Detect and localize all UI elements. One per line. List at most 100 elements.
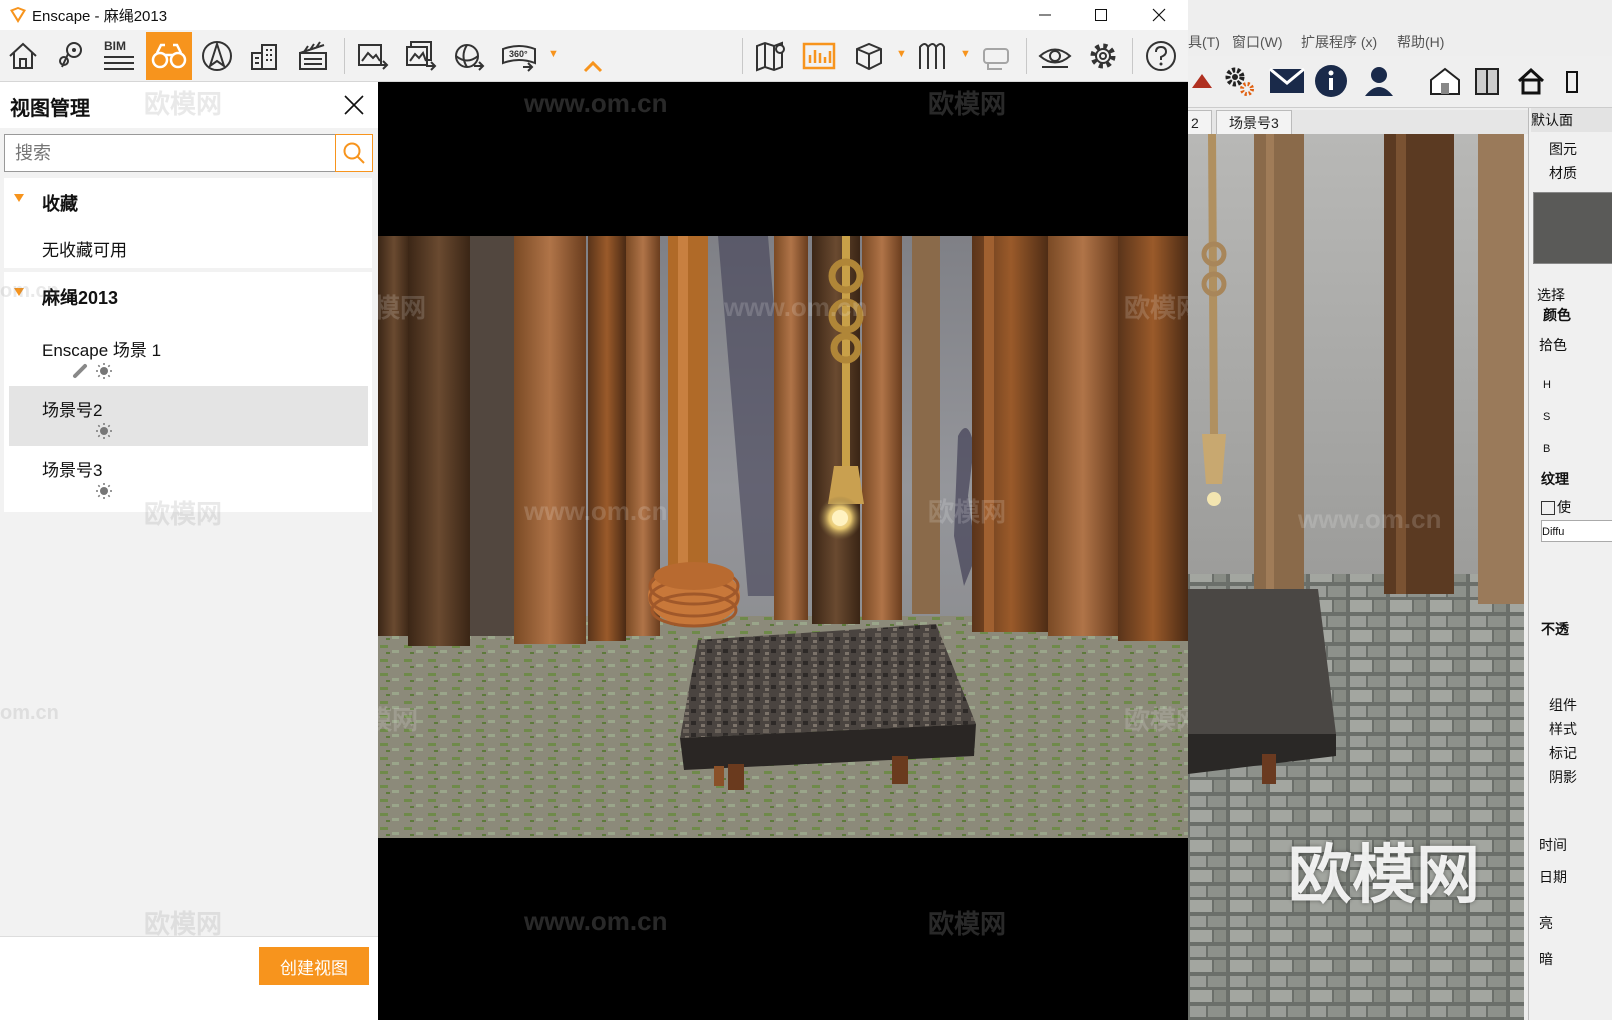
panorama-icon [455, 44, 485, 71]
dashboard-button[interactable] [796, 32, 842, 80]
gear-icon[interactable] [1218, 60, 1260, 102]
bim-icon: BIM [102, 39, 136, 73]
tray-section-label: 标记 [1549, 745, 1577, 761]
bg-3d-viewport[interactable]: www.om.cn www.om.cn 欧模网 [1188, 134, 1524, 1020]
warehouse-icon[interactable] [1424, 60, 1466, 102]
tray-section-entity[interactable]: 图元 [1531, 138, 1612, 160]
minimize-button[interactable] [1016, 0, 1074, 30]
scene-item-1[interactable]: Enscape 场景 1 [9, 326, 368, 386]
project-header[interactable]: 麻绳2013 [4, 272, 372, 318]
visibility-button[interactable] [1032, 32, 1078, 80]
sync-views-button[interactable] [48, 32, 94, 80]
tray-section-components[interactable]: 组件 [1531, 694, 1612, 716]
panel-close-button[interactable] [340, 91, 368, 119]
bg-menu-window[interactable]: 窗口(W) [1232, 32, 1283, 52]
location-pin-icon [59, 42, 82, 68]
bg-more-icon[interactable] [1550, 60, 1592, 102]
bg-menu-tools[interactable]: 具(T) [1188, 32, 1220, 52]
bg-menubar: 具(T) 窗口(W) 扩展程序 (x) 帮助(H) [1188, 30, 1612, 54]
tray-section-styles[interactable]: 样式 [1531, 718, 1612, 740]
map-icon [756, 41, 785, 72]
bg-menu-help[interactable]: 帮助(H) [1397, 32, 1444, 52]
tray-section-label: 图元 [1549, 141, 1577, 157]
image-export-icon [358, 44, 389, 70]
export-dropdown-chevron-icon[interactable]: ▼ [548, 48, 559, 62]
view-management-button[interactable] [146, 32, 192, 80]
watermark-brand-large: 欧模网 [1288, 839, 1480, 911]
vr-headset-icon [983, 48, 1009, 70]
tray-hsb-b: B [1543, 443, 1551, 455]
visual-settings-button[interactable] [194, 32, 240, 80]
close-button[interactable] [1130, 0, 1188, 30]
tray-section-tags[interactable]: 标记 [1531, 742, 1612, 764]
tray-section-label: 样式 [1549, 721, 1577, 737]
maximize-button[interactable] [1072, 0, 1130, 30]
favorites-header[interactable]: 收藏 [4, 178, 372, 224]
batch-render-button[interactable] [398, 32, 444, 80]
use-texture-label: 使 [1557, 499, 1571, 515]
bg-tab-scene-3[interactable]: 场景号3 [1216, 110, 1292, 134]
search-input[interactable] [4, 134, 336, 172]
scene-item-3[interactable]: 场景号3 [9, 446, 368, 506]
project-section: 麻绳2013 Enscape 场景 1 场景号2 场景号3 [4, 272, 372, 512]
batch-export-icon [406, 41, 437, 71]
info-icon[interactable] [1310, 60, 1352, 102]
watermark-text: 欧模网 [928, 909, 1007, 939]
360-icon: 360° [501, 39, 537, 73]
watermark-text: om.cn [0, 702, 59, 724]
tray-time-label: 时间 [1539, 837, 1567, 853]
tray-section-materials[interactable]: 材质 [1531, 162, 1612, 184]
settings-button[interactable] [1080, 32, 1126, 80]
binoculars-icon [151, 43, 187, 69]
home-button[interactable] [0, 32, 46, 80]
mail-icon[interactable] [1266, 60, 1308, 102]
close-icon [1152, 8, 1166, 22]
expand-chevron-icon [14, 288, 24, 296]
create-view-button[interactable]: 创建视图 [259, 947, 369, 985]
map-button[interactable] [748, 32, 794, 80]
tray-hsb-h: H [1543, 379, 1551, 391]
title-bar: Enscape - 麻绳2013 [0, 0, 1188, 30]
collapse-toolbar-chevron-up-icon[interactable] [582, 58, 604, 76]
tray-color-label: 颜色 [1543, 307, 1571, 323]
eye-icon [1038, 48, 1072, 68]
home-icon[interactable] [1510, 60, 1552, 102]
view-management-panel: 视图管理 收藏 无收藏可用 麻绳2013 Enscape 场景 1 场景号2 [0, 82, 378, 1020]
cube-icon [856, 42, 882, 71]
watermark-text: www.om.cn [524, 906, 668, 936]
materials-dropdown-chevron-icon[interactable]: ▼ [960, 48, 971, 62]
minimize-icon [1039, 14, 1051, 16]
panorama-export-button[interactable] [446, 32, 492, 80]
render-viewport[interactable]: www.om.cn 欧模网 欧模网 www.om.cn 欧模网 www.om.c… [378, 82, 1188, 1020]
favorites-section: 收藏 无收藏可用 [4, 178, 372, 268]
vr-headset-button[interactable] [974, 32, 1020, 80]
bim-button[interactable]: BIM [96, 32, 142, 80]
bg-menu-extensions[interactable]: 扩展程序 (x) [1301, 32, 1377, 52]
use-texture-checkbox[interactable]: 使 [1541, 496, 1612, 518]
scene-name: Enscape 场景 1 [42, 341, 162, 360]
material-swatch[interactable] [1533, 192, 1612, 264]
texture-file-field[interactable]: Diffu [1541, 520, 1612, 542]
bim-label: BIM [104, 39, 126, 53]
screenshot-button[interactable] [350, 32, 396, 80]
background-app-window: 具(T) 窗口(W) 扩展程序 (x) 帮助(H) 2 场景号3 欧模网 默认面… [1188, 0, 1612, 1020]
panel-header: 视图管理 [0, 82, 378, 128]
360-export-button[interactable]: 360° [496, 32, 542, 80]
tray-hsb-s: S [1543, 411, 1551, 423]
tray-section-shadows[interactable]: 阴影 [1531, 766, 1612, 788]
tray-texture-label: 纹理 [1541, 471, 1569, 487]
panel-footer: 创建视图 [0, 936, 378, 1020]
search-button[interactable] [335, 134, 373, 172]
bg-tab-scene-2[interactable]: 2 [1188, 110, 1212, 134]
scene-item-2[interactable]: 场景号2 [9, 386, 368, 446]
help-button[interactable] [1138, 32, 1184, 80]
book-icon[interactable] [1466, 60, 1508, 102]
asset-library-button[interactable] [242, 32, 288, 80]
panel-title: 视图管理 [10, 98, 90, 120]
user-icon[interactable] [1358, 60, 1400, 102]
materials-button[interactable] [910, 32, 956, 80]
object-dropdown-chevron-icon[interactable]: ▼ [896, 48, 907, 62]
video-editor-button[interactable] [290, 32, 336, 80]
object-button[interactable] [846, 32, 892, 80]
tray-section-label: 材质 [1549, 165, 1577, 181]
